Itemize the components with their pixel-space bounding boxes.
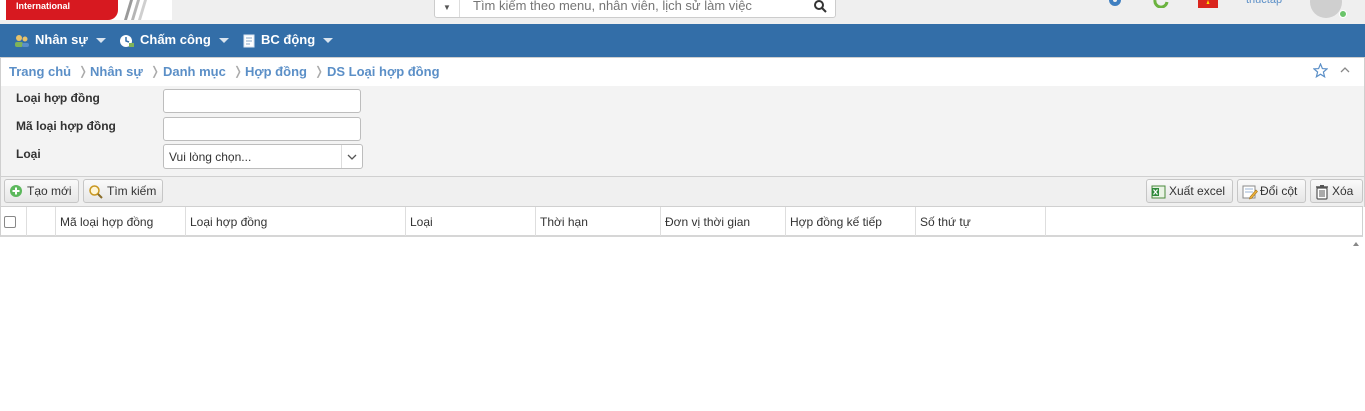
delete-button-label: Xóa	[1332, 184, 1354, 198]
chevron-down-icon	[323, 38, 334, 44]
online-status-dot	[1339, 10, 1347, 18]
breadcrumb: Trang chủ ❭ Nhân sự ❭ Danh mục ❭ Hợp đồn…	[0, 57, 1365, 87]
excel-icon	[1151, 185, 1166, 199]
chevron-down-icon	[95, 38, 106, 44]
grid-body	[0, 237, 1348, 411]
select-arrow	[341, 145, 362, 168]
nav-item-bc-dong[interactable]: BC động	[242, 24, 334, 57]
export-excel-label: Xuất excel	[1169, 184, 1226, 198]
column-header[interactable]: Hợp đồng kế tiếp	[786, 207, 916, 236]
add-icon	[10, 185, 22, 197]
create-button[interactable]: Tạo mới	[4, 179, 79, 203]
column-header[interactable]: Đơn vị thời gian	[661, 207, 786, 236]
nav-label: BC động	[261, 32, 316, 47]
contract-type-label: Loại hợp đồng	[16, 91, 100, 105]
global-search-input[interactable]	[473, 0, 793, 17]
search-button[interactable]: Tìm kiếm	[83, 179, 163, 203]
search-icon[interactable]	[813, 0, 827, 13]
column-header[interactable]: Loại hợp đồng	[186, 207, 406, 236]
magnifier-icon	[89, 185, 103, 199]
change-columns-label: Đổi cột	[1260, 184, 1298, 198]
chevron-down-icon	[347, 154, 357, 160]
contract-code-label: Mã loại hợp đồng	[16, 119, 116, 133]
top-header: International ▼ thuctap	[0, 0, 1365, 24]
star-icon[interactable]	[1313, 63, 1328, 78]
nav-label: Chấm công	[140, 32, 211, 47]
breadcrumb-current: DS Loại hợp đồng	[327, 64, 440, 79]
column-header[interactable]: Số thứ tự	[916, 207, 1046, 236]
column-header[interactable]: Loại	[406, 207, 536, 236]
trash-icon	[1316, 185, 1328, 200]
avatar[interactable]	[1310, 0, 1342, 18]
breadcrumb-separator: ❭	[150, 64, 161, 78]
refresh-icon[interactable]	[1153, 0, 1169, 8]
main-nav: Nhân sự Chấm công BC động	[0, 24, 1365, 57]
users-icon	[15, 34, 29, 47]
change-columns-button[interactable]: Đổi cột	[1237, 179, 1306, 203]
export-excel-button[interactable]: Xuất excel	[1146, 179, 1233, 203]
row-index-header	[27, 207, 56, 236]
search-button-label: Tìm kiếm	[107, 184, 157, 198]
breadcrumb-nhan-su[interactable]: Nhân sự	[90, 64, 143, 79]
select-all-cell	[1, 207, 27, 236]
filter-panel: Loại hợp đồng Mã loại hợp đồng Loại Vui …	[0, 86, 1365, 176]
delete-button[interactable]: Xóa	[1310, 179, 1363, 203]
logo-stripes	[124, 0, 147, 20]
kind-label: Loại	[16, 147, 41, 161]
chevron-down-icon	[218, 38, 229, 44]
company-logo[interactable]: International	[0, 0, 172, 20]
nav-item-cham-cong[interactable]: Chấm công	[119, 24, 229, 57]
contract-code-input[interactable]	[163, 117, 361, 141]
clock-icon	[120, 34, 134, 47]
nav-label: Nhân sự	[35, 32, 88, 47]
breadcrumb-hop-dong[interactable]: Hợp đồng	[245, 64, 307, 79]
search-scope-dropdown[interactable]: ▼	[435, 0, 460, 17]
breadcrumb-home[interactable]: Trang chủ	[9, 64, 71, 79]
user-name[interactable]: thuctap	[1246, 0, 1282, 6]
grid-header: Mã loại hợp đồng Loại hợp đồng Loại Thời…	[0, 206, 1363, 237]
breadcrumb-separator: ❭	[314, 64, 325, 78]
breadcrumb-separator: ❭	[78, 64, 89, 78]
gear-icon[interactable]	[1107, 0, 1123, 8]
column-header[interactable]: Mã loại hợp đồng	[56, 207, 186, 236]
global-search: ▼	[434, 0, 836, 18]
edit-columns-icon	[1242, 185, 1258, 200]
kind-selected-value: Vui lòng chọn...	[169, 150, 252, 164]
breadcrumb-separator: ❭	[233, 64, 244, 78]
breadcrumb-danh-muc[interactable]: Danh mục	[163, 64, 226, 79]
logo-text: International	[16, 1, 71, 11]
grid-vertical-scrollbar[interactable]	[1348, 237, 1365, 411]
column-header[interactable]: Thời hạn	[536, 207, 661, 236]
kind-select[interactable]: Vui lòng chọn...	[163, 144, 363, 169]
scroll-up-icon[interactable]	[1353, 242, 1359, 246]
select-all-checkbox[interactable]	[4, 216, 16, 228]
contract-type-input[interactable]	[163, 89, 361, 113]
vietnam-flag-icon[interactable]	[1198, 0, 1218, 8]
report-icon	[243, 34, 255, 48]
grid-toolbar: Tạo mới Tìm kiếm Xuất excel Đổi cột Xóa	[0, 176, 1365, 207]
chevron-up-icon[interactable]	[1339, 64, 1351, 76]
nav-item-nhan-su[interactable]: Nhân sự	[14, 24, 106, 57]
create-button-label: Tạo mới	[27, 184, 72, 198]
